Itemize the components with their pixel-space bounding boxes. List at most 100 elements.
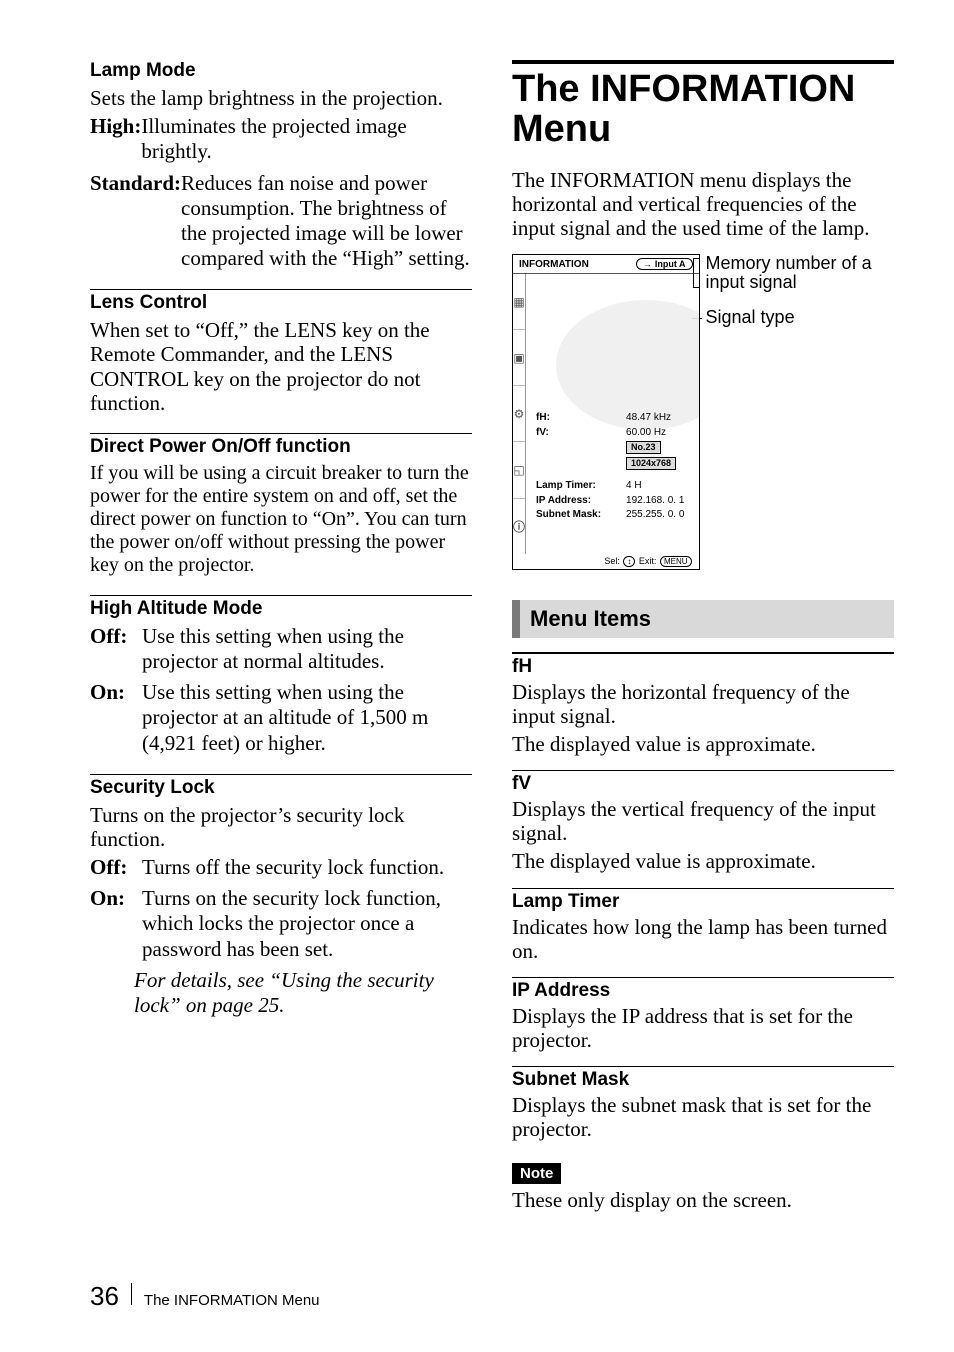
page-section-title: The INFORMATION Menu <box>512 70 894 150</box>
callout-memory-text: Memory number of a input signal <box>706 253 872 292</box>
desc-on: Use this setting when using the projecto… <box>142 680 472 756</box>
fv-body2: The displayed value is approximate. <box>512 849 894 873</box>
desc-sl-on: Turns on the security lock function, whi… <box>142 886 472 962</box>
high-altitude-list: Off: Use this setting when using the pro… <box>90 624 472 756</box>
heading-subnet-mask: Subnet Mask <box>512 1066 894 1091</box>
term-on: On: <box>90 680 142 756</box>
osd-lamp-label: Lamp Timer: <box>536 480 626 493</box>
security-lock-off: Off: Turns off the security lock functio… <box>90 855 472 880</box>
osd-tab-icon-2: ▣ <box>513 330 525 386</box>
desc-standard: Reduces fan noise and power consumption.… <box>181 171 472 272</box>
heading-direct-power: Direct Power On/Off function <box>90 433 472 458</box>
lamp-mode-intro: Sets the lamp brightness in the projecti… <box>90 86 472 110</box>
left-column: Lamp Mode Sets the lamp brightness in th… <box>90 60 472 1217</box>
info-intro: The INFORMATION menu displays the horizo… <box>512 168 894 240</box>
title-wrap: The INFORMATION Menu <box>512 60 894 150</box>
osd-fh-value: 48.47 kHz <box>626 412 671 425</box>
osd-row-memory: No.23 <box>536 441 700 455</box>
term-sl-on: On: <box>90 886 142 962</box>
callout-signal-text: Signal type <box>706 307 795 327</box>
lamp-mode-list: High: Illuminates the projected image br… <box>90 114 472 271</box>
osd-memory-box: No.23 <box>626 441 661 454</box>
osd-fh-label: fH: <box>536 412 626 425</box>
heading-high-altitude: High Altitude Mode <box>90 595 472 620</box>
osd-tab-icon-4: ◱ <box>513 442 525 498</box>
osd-exit-button: MENU <box>660 556 692 567</box>
lamp-timer-body: Indicates how long the lamp has been tur… <box>512 915 894 963</box>
osd-sidebar: ▦ ▣ ⚙ ◱ ⓘ <box>513 274 526 554</box>
osd-fv-label: fV: <box>536 427 626 440</box>
osd-watermark-icon <box>556 300 700 430</box>
osd-mask-value: 255.255. 0. 0 <box>626 509 684 522</box>
osd-header: INFORMATION →Input A <box>513 255 699 274</box>
callouts: Memory number of a input signal Signal t… <box>706 254 894 327</box>
term-sl-off: Off: <box>90 855 142 880</box>
callout-signal: Signal type <box>706 308 894 327</box>
fh-body2: The displayed value is approximate. <box>512 732 894 756</box>
columns: Lamp Mode Sets the lamp brightness in th… <box>90 60 894 1217</box>
osd-sel-label: Sel: <box>604 556 620 566</box>
footer-divider <box>131 1283 132 1305</box>
arrow-right-icon: → <box>643 259 652 269</box>
lens-control-body: When set to “Off,” the LENS key on the R… <box>90 318 472 415</box>
osd-content: fH: 48.47 kHz fV: 60.00 Hz No.23 <box>526 274 700 554</box>
note-tag: Note <box>512 1163 561 1184</box>
osd-exit-label: Exit: <box>639 556 657 566</box>
heading-fv: fV <box>512 770 894 795</box>
security-lock-detail: For details, see “Using the security loc… <box>90 968 472 1018</box>
osd-mask-label: Subnet Mask: <box>536 509 626 522</box>
osd-footer: Sel: ↕ Exit: MENU <box>513 554 699 569</box>
ip-address-body: Displays the IP address that is set for … <box>512 1004 894 1052</box>
lamp-mode-high: High: Illuminates the projected image br… <box>90 114 472 164</box>
osd-lamp-value: 4 H <box>626 480 642 493</box>
term-standard: Standard: <box>90 171 181 272</box>
osd-signal-box: 1024x768 <box>626 457 676 470</box>
footer-title: The INFORMATION Menu <box>144 1292 320 1309</box>
osd-tab-icon-1: ▦ <box>513 274 525 330</box>
heading-lamp-mode: Lamp Mode <box>90 60 472 82</box>
heading-security-lock: Security Lock <box>90 774 472 799</box>
up-down-arrow-icon: ↕ <box>623 556 635 567</box>
high-altitude-off: Off: Use this setting when using the pro… <box>90 624 472 674</box>
osd-row-ip: IP Address: 192.168. 0. 1 <box>536 495 700 508</box>
heading-fh: fH <box>512 652 894 678</box>
note-body: These only display on the screen. <box>512 1188 894 1212</box>
high-altitude-on: On: Use this setting when using the proj… <box>90 680 472 756</box>
osd-row-fv: fV: 60.00 Hz <box>536 427 700 440</box>
osd-tab-icon-5: ⓘ <box>513 499 525 554</box>
subnet-mask-body: Displays the subnet mask that is set for… <box>512 1093 894 1141</box>
osd-with-callouts: INFORMATION →Input A ▦ ▣ ⚙ ◱ ⓘ <box>512 254 894 570</box>
heading-ip-address: IP Address <box>512 977 894 1002</box>
osd-input-label: Input A <box>655 259 686 269</box>
page: Lamp Mode Sets the lamp brightness in th… <box>0 0 954 1352</box>
osd-title: INFORMATION <box>519 259 589 270</box>
osd-input-pill: →Input A <box>636 258 693 270</box>
osd-screenshot: INFORMATION →Input A ▦ ▣ ⚙ ◱ ⓘ <box>512 254 700 570</box>
menu-items-bar: Menu Items <box>512 600 894 638</box>
desc-high: Illuminates the projected image brightly… <box>141 114 472 164</box>
callout-memory: Memory number of a input signal <box>706 254 894 292</box>
page-number: 36 <box>90 1281 119 1312</box>
osd-tab-icon-3: ⚙ <box>513 386 525 442</box>
osd-row-signal: 1024x768 <box>536 457 700 471</box>
osd-fv-value: 60.00 Hz <box>626 427 666 440</box>
direct-power-body: If you will be using a circuit breaker t… <box>90 462 472 577</box>
desc-sl-off: Turns off the security lock function. <box>142 855 472 880</box>
term-off: Off: <box>90 624 142 674</box>
heading-lamp-timer: Lamp Timer <box>512 888 894 913</box>
osd-row-lamp: Lamp Timer: 4 H <box>536 480 700 493</box>
fh-body1: Displays the horizontal frequency of the… <box>512 680 894 728</box>
osd-row-fh: fH: 48.47 kHz <box>536 412 700 425</box>
fv-body1: Displays the vertical frequency of the i… <box>512 797 894 845</box>
osd-body: ▦ ▣ ⚙ ◱ ⓘ fH: 48.47 kHz <box>513 274 699 554</box>
osd-row-mask: Subnet Mask: 255.255. 0. 0 <box>536 509 700 522</box>
security-lock-list: Off: Turns off the security lock functio… <box>90 855 472 962</box>
heading-lens-control: Lens Control <box>90 289 472 314</box>
security-lock-intro: Turns on the projector’s security lock f… <box>90 803 472 851</box>
osd-ip-label: IP Address: <box>536 495 626 508</box>
osd-ip-value: 192.168. 0. 1 <box>626 495 684 508</box>
lamp-mode-standard: Standard: Reduces fan noise and power co… <box>90 171 472 272</box>
term-high: High: <box>90 114 141 164</box>
security-lock-on: On: Turns on the security lock function,… <box>90 886 472 962</box>
page-footer: 36 The INFORMATION Menu <box>90 1281 320 1312</box>
